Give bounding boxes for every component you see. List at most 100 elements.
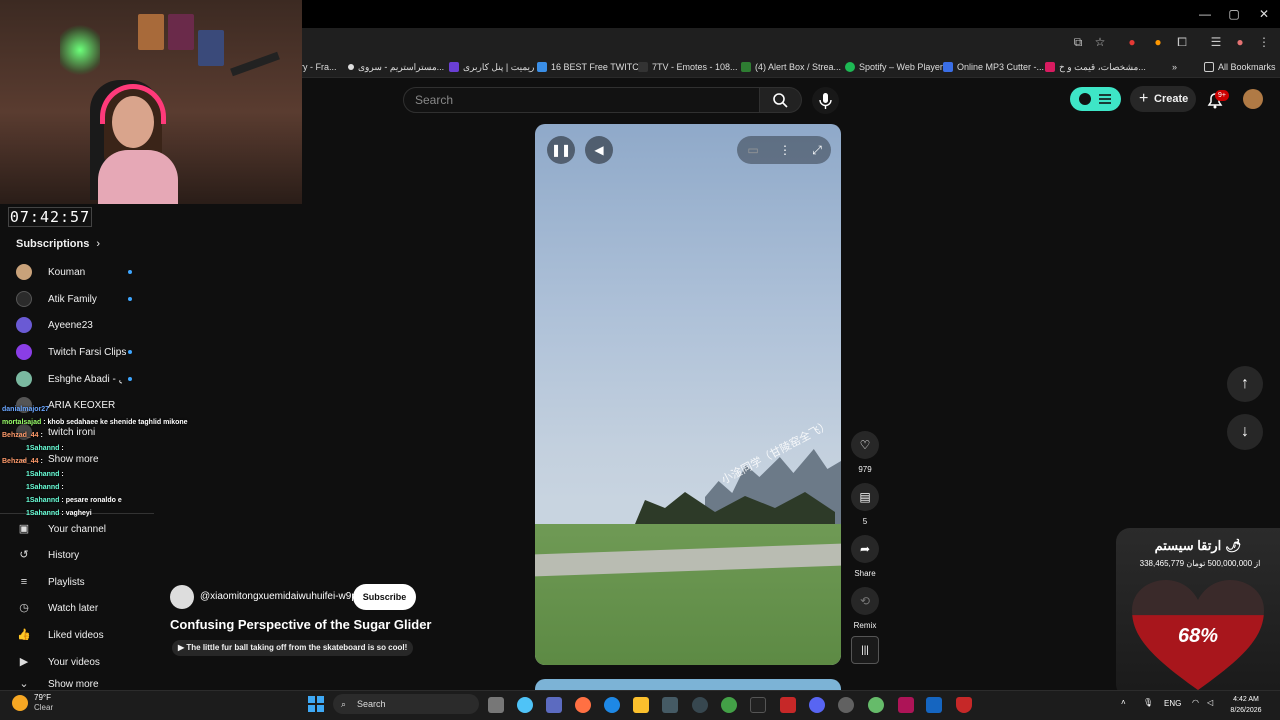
bookmark-item[interactable]: مشخصات، قیمت و خ... bbox=[1045, 59, 1146, 75]
channel-name: Ayeene23 bbox=[48, 319, 93, 331]
extension-toggle-button[interactable] bbox=[1070, 87, 1121, 111]
language-indicator[interactable]: ENG bbox=[1164, 699, 1181, 708]
store-icon[interactable] bbox=[662, 697, 678, 713]
wifi-icon[interactable]: ◠ bbox=[1192, 698, 1199, 707]
mic-arm bbox=[230, 51, 280, 77]
sidebar-item-atik-family[interactable]: Atik Family bbox=[16, 289, 97, 309]
chat-username: Behzad_44 bbox=[2, 458, 39, 465]
sidebar-item-eshghe-abadi[interactable]: Eshghe Abadi - عشق ابدی bbox=[16, 369, 122, 389]
all-bookmarks[interactable]: All Bookmarks bbox=[1204, 59, 1276, 75]
bookmark-item[interactable]: Spotify – Web Player bbox=[845, 59, 943, 75]
captions-icon[interactable]: ▭ bbox=[739, 136, 767, 164]
install-app-icon[interactable]: ⧉ bbox=[1070, 34, 1086, 50]
bookmark-item[interactable]: مستراستریم - سروی... bbox=[348, 59, 444, 75]
edge-icon[interactable] bbox=[604, 697, 620, 713]
voice-search-button[interactable] bbox=[812, 87, 839, 114]
app-icon[interactable] bbox=[692, 697, 708, 713]
taskbar-search[interactable]: ⌕ Search bbox=[333, 694, 479, 714]
bookmark-star-icon[interactable]: ☆ bbox=[1092, 34, 1108, 50]
tray-mic-icon[interactable]: 🎙 bbox=[1143, 698, 1153, 707]
task-view-icon[interactable] bbox=[488, 697, 504, 713]
maximize-button[interactable]: ▢ bbox=[1219, 4, 1249, 24]
bookmark-item[interactable]: ریمیت | پنل کاربری bbox=[449, 59, 534, 75]
extensions-puzzle-icon[interactable]: ⧠ bbox=[1174, 34, 1190, 50]
close-button[interactable]: ✕ bbox=[1249, 4, 1279, 24]
chat-text: pesare ronaldo e bbox=[65, 497, 122, 504]
volume-button[interactable]: ◀ bbox=[585, 136, 613, 164]
previous-short-button[interactable]: ↑ bbox=[1227, 366, 1263, 402]
site-favicon-icon bbox=[537, 62, 547, 72]
next-short-button[interactable]: ↓ bbox=[1227, 414, 1263, 450]
chrome-profile-icon[interactable] bbox=[868, 697, 884, 713]
video-title[interactable]: Confusing Perspective of the Sugar Glide… bbox=[170, 617, 432, 632]
discord-icon[interactable] bbox=[809, 697, 825, 713]
start-button[interactable] bbox=[308, 696, 324, 712]
like-button[interactable]: ♡ 979 bbox=[850, 431, 880, 474]
extension-orange-icon[interactable]: ● bbox=[1150, 34, 1166, 50]
extension-red-icon[interactable]: ● bbox=[1124, 34, 1140, 50]
search-button[interactable] bbox=[760, 87, 802, 113]
share-button[interactable]: ➦ Share bbox=[850, 535, 880, 578]
fullscreen-icon[interactable]: ⤢ bbox=[803, 136, 831, 164]
chat-message: 1Sahannd : vagheyi bbox=[26, 510, 92, 517]
channel-name: Kouman bbox=[48, 266, 86, 278]
minimize-button[interactable]: — bbox=[1190, 4, 1220, 24]
bookmark-item[interactable]: 16 BEST Free TWITC... bbox=[537, 59, 646, 75]
firefox-icon[interactable] bbox=[575, 697, 591, 713]
sidebar-item-twitch-farsi-clips[interactable]: Twitch Farsi Clips bbox=[16, 342, 126, 362]
sound-button[interactable]: ||| bbox=[850, 636, 880, 664]
sidebar-item-kouman[interactable]: Kouman bbox=[16, 262, 85, 282]
sidebar-item-watch-later[interactable]: ◷ Watch later bbox=[16, 598, 98, 618]
file-explorer-icon[interactable] bbox=[633, 697, 649, 713]
new-content-dot bbox=[128, 350, 132, 354]
remix-label: Remix bbox=[853, 621, 877, 630]
shorts-video-player[interactable]: 小淦同学（甘陵窑全飞） ❚❚ ◀ ▭ ⋮ ⤢ bbox=[535, 124, 841, 665]
bookmark-label: 7TV - Emotes - 108... bbox=[652, 62, 738, 72]
profile-icon[interactable]: ● bbox=[1232, 34, 1248, 50]
tray-overflow-icon[interactable]: ˄ bbox=[1121, 698, 1126, 707]
create-button[interactable]: + Create bbox=[1130, 86, 1196, 112]
channel-avatar[interactable] bbox=[170, 585, 194, 609]
sidebar-item-label: Playlists bbox=[48, 576, 85, 588]
taskbar-clock[interactable]: 4:42 AM 8/26/2026 bbox=[1220, 694, 1272, 716]
sidebar-item-liked-videos[interactable]: 👍 Liked videos bbox=[16, 625, 103, 645]
account-avatar[interactable] bbox=[1243, 89, 1263, 109]
spotify-icon bbox=[845, 62, 855, 72]
subscriptions-header[interactable]: Subscriptions › bbox=[16, 238, 100, 250]
chat-username: 1Sahannd bbox=[26, 471, 60, 478]
bookmark-item[interactable]: 7TV - Emotes - 108... bbox=[638, 59, 738, 75]
teams-icon[interactable] bbox=[546, 697, 562, 713]
notification-badge: 9+ bbox=[1215, 90, 1229, 101]
speaker-icon[interactable]: ◁ bbox=[1207, 698, 1213, 707]
weather-widget[interactable]: 79°F Clear bbox=[12, 693, 53, 713]
more-options-icon[interactable]: ⋮ bbox=[771, 136, 799, 164]
remix-button[interactable]: ⟲ Remix bbox=[850, 587, 880, 630]
search-input[interactable]: Search bbox=[403, 87, 760, 113]
comments-button[interactable]: ▤ 5 bbox=[850, 483, 880, 526]
channel-handle[interactable]: @xiaomitongxuemidaiwuhuifei-w9p bbox=[200, 591, 357, 602]
video-description-chip[interactable]: ▶ The little fur ball taking off from th… bbox=[172, 640, 414, 656]
sidebar-item-your-channel[interactable]: ▣ Your channel bbox=[16, 519, 106, 539]
subscribe-button[interactable]: Subscribe bbox=[353, 584, 416, 610]
sidebar-item-your-videos[interactable]: ▶ Your videos bbox=[16, 652, 100, 672]
chat-message: 1Sahannd : bbox=[26, 484, 64, 491]
bookmark-item[interactable]: Online MP3 Cutter -... bbox=[943, 59, 1044, 75]
app-x-icon[interactable] bbox=[898, 697, 914, 713]
sidebar-item-playlists[interactable]: ≡ Playlists bbox=[16, 572, 85, 592]
sidebar-item-ayeene23[interactable]: Ayeene23 bbox=[16, 315, 93, 335]
pause-button[interactable]: ❚❚ bbox=[547, 136, 575, 164]
browser-menu-icon[interactable]: ⋮ bbox=[1256, 34, 1272, 50]
sidebar-item-history[interactable]: ↺ History bbox=[16, 545, 79, 565]
bookmarks-overflow-icon[interactable]: » bbox=[1172, 59, 1177, 75]
steam-icon[interactable] bbox=[926, 697, 942, 713]
bookmark-item[interactable]: (4) Alert Box / Strea... bbox=[741, 59, 841, 75]
obs-icon[interactable] bbox=[750, 697, 766, 713]
settings-icon[interactable] bbox=[838, 697, 854, 713]
bookmark-item[interactable]: ry - Fra... bbox=[300, 59, 337, 75]
sidebar-show-more-you[interactable]: ⌄ Show more bbox=[16, 679, 98, 689]
chrome-icon[interactable] bbox=[721, 697, 737, 713]
app-red-icon[interactable] bbox=[780, 697, 796, 713]
reading-list-icon[interactable]: ☰ bbox=[1208, 34, 1224, 50]
copilot-icon[interactable] bbox=[517, 697, 533, 713]
shield-icon[interactable] bbox=[956, 697, 972, 713]
